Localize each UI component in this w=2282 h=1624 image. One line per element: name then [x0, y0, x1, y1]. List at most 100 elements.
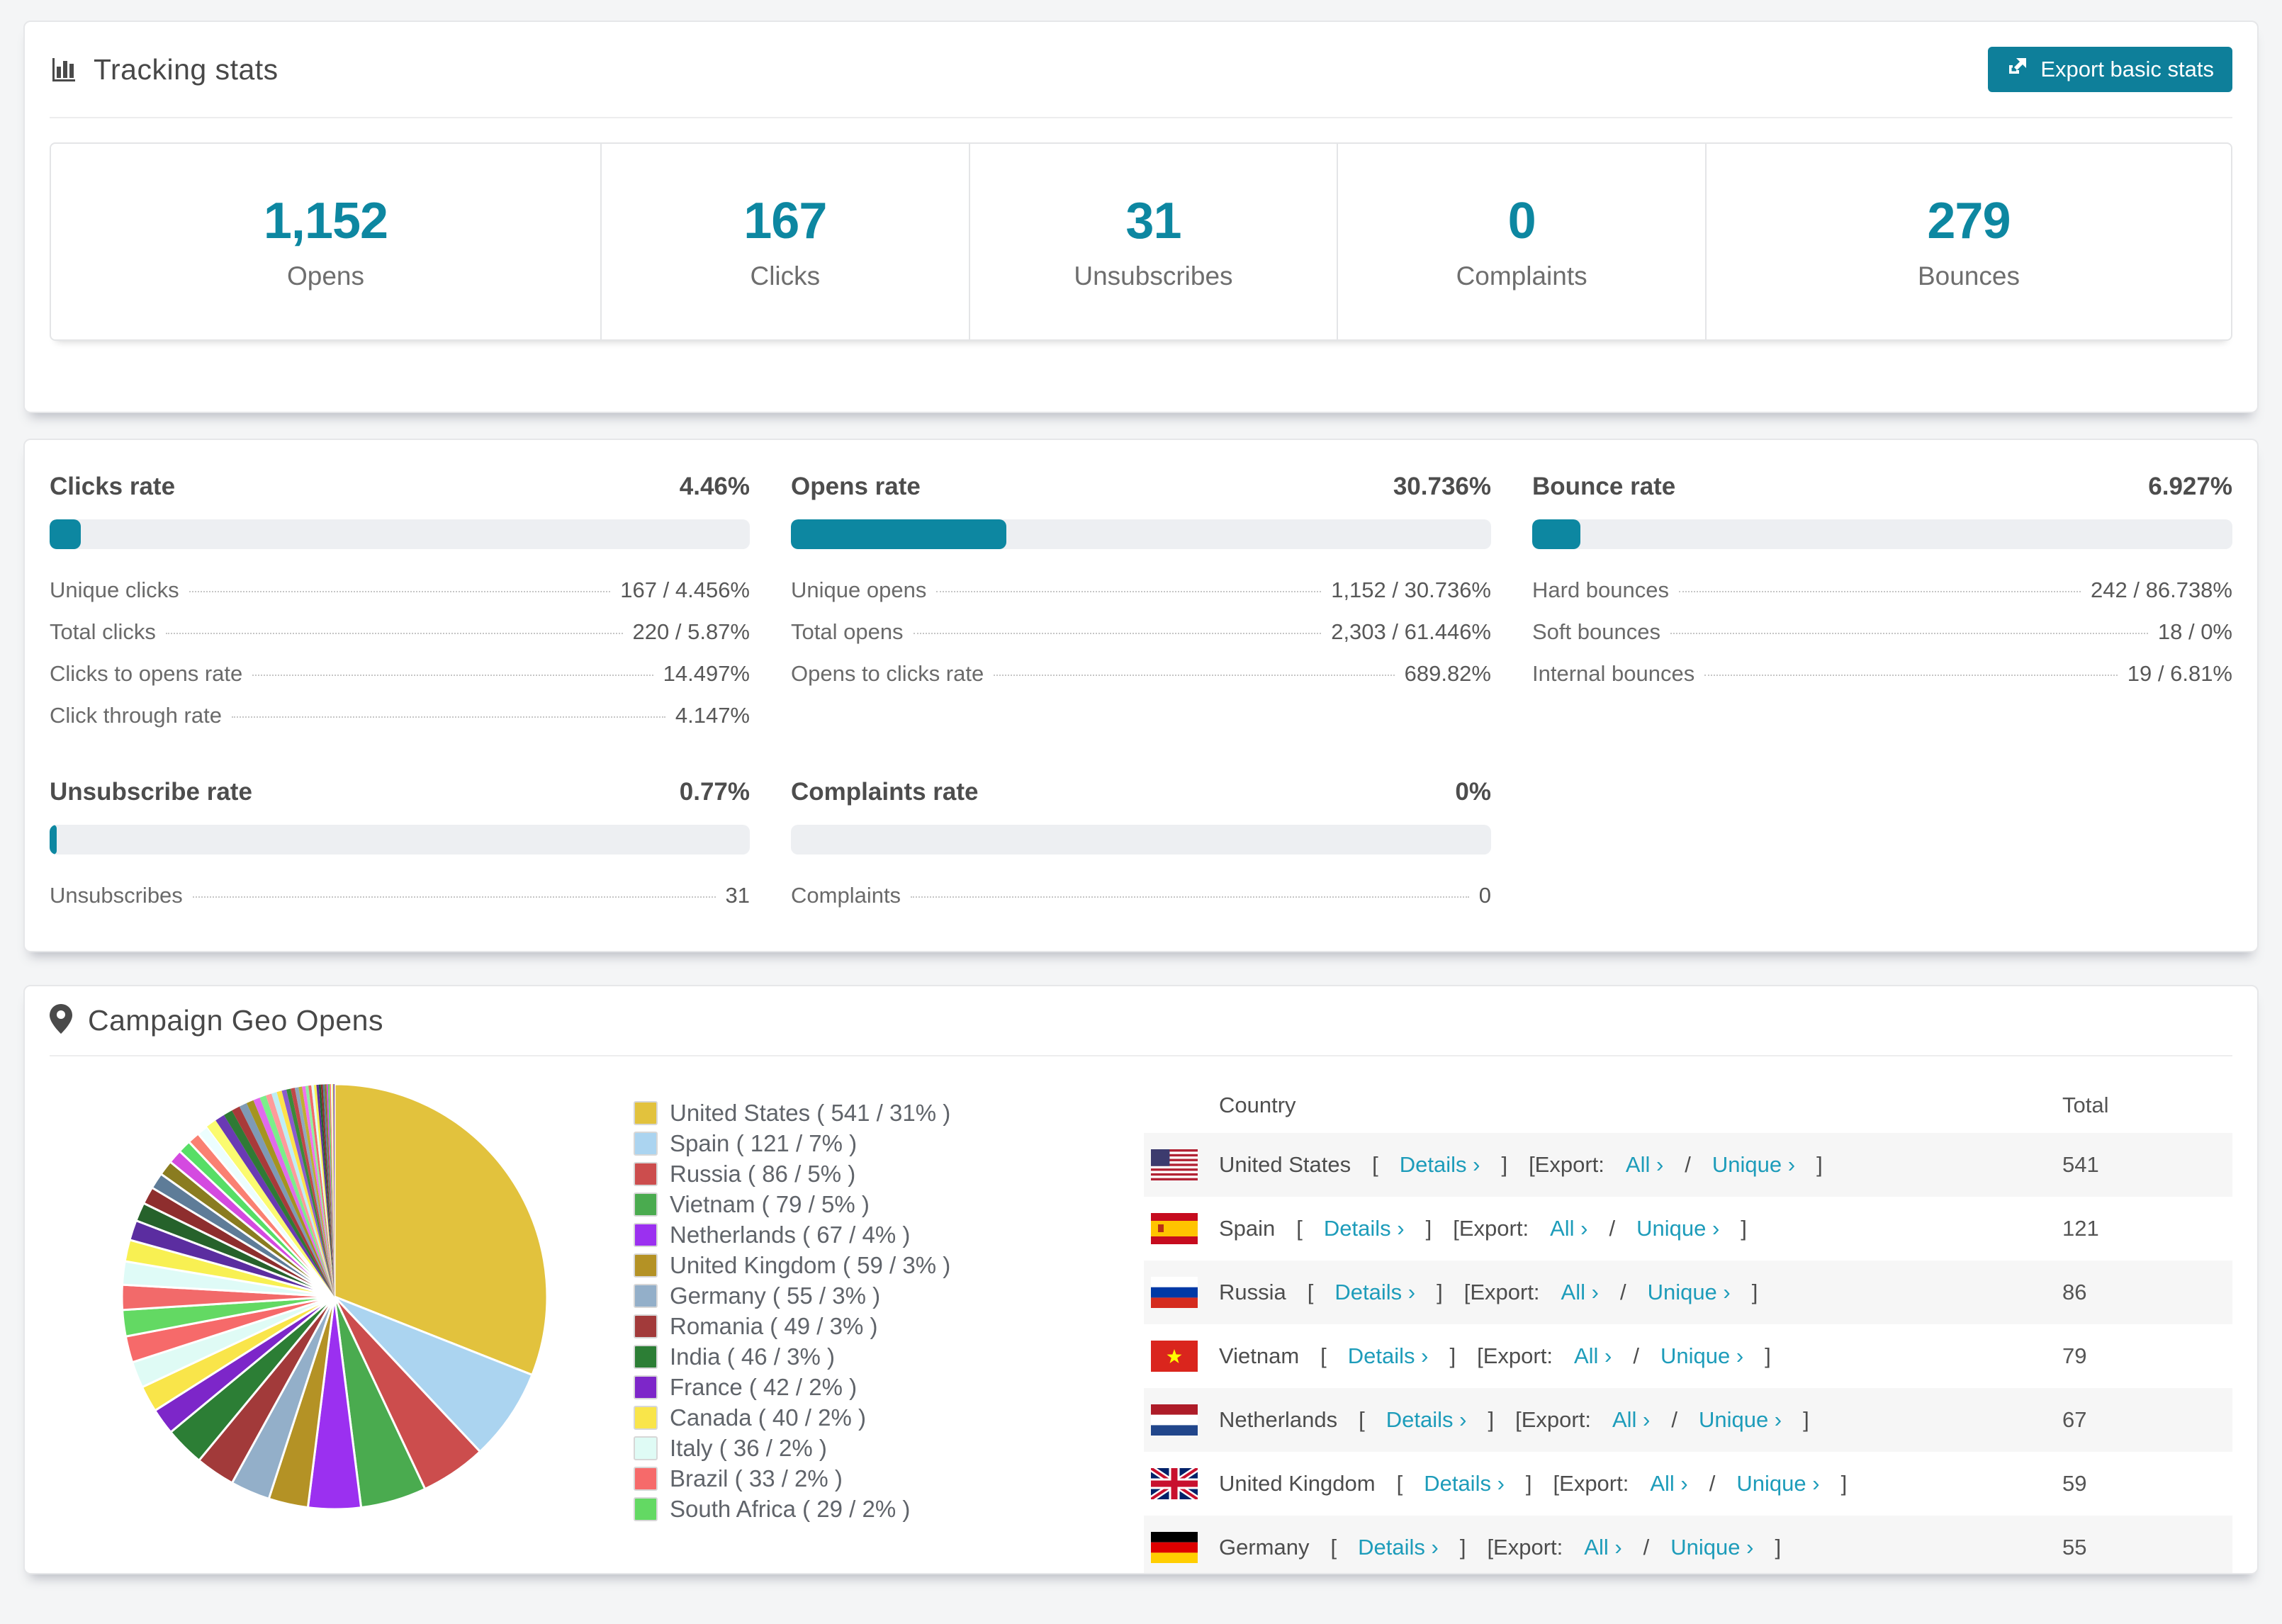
legend-label: France ( 42 / 2% ) — [670, 1373, 858, 1400]
export-prefix: [Export: — [1453, 1216, 1529, 1241]
legend-item-russia: Russia ( 86 / 5% ) — [634, 1158, 1013, 1189]
map-marker-icon — [50, 1004, 72, 1037]
stat-cell-unsubscribes: 31 Unsubscribes — [968, 144, 1337, 339]
rate-row: Hard bounces 242 / 86.738% — [1532, 577, 2232, 603]
rate-row-value: 220 / 5.87% — [632, 619, 750, 644]
export-all-link[interactable]: All › — [1550, 1216, 1587, 1241]
legend-swatch — [634, 1100, 658, 1125]
legend-item-brazil: Brazil ( 33 / 2% ) — [634, 1463, 1013, 1494]
legend-label: United States ( 541 / 31% ) — [670, 1099, 951, 1126]
legend-swatch — [634, 1222, 658, 1247]
legend-label: South Africa ( 29 / 2% ) — [670, 1495, 911, 1522]
flag-icon-de — [1151, 1532, 1198, 1563]
rate-row: Total clicks 220 / 5.87% — [50, 619, 750, 645]
export-unique-link[interactable]: Unique › — [1736, 1471, 1819, 1496]
details-link[interactable]: Details › — [1386, 1407, 1467, 1433]
details-link[interactable]: Details › — [1348, 1343, 1429, 1369]
details-link[interactable]: Details › — [1324, 1216, 1405, 1241]
bracket: ] — [1501, 1152, 1508, 1177]
rate-row-value: 0 — [1478, 883, 1491, 908]
bracket: ] — [1751, 1280, 1758, 1304]
legend-item-spain: Spain ( 121 / 7% ) — [634, 1128, 1013, 1158]
country-total: 86 — [2062, 1280, 2087, 1304]
export-icon — [2006, 55, 2029, 84]
bracket: [ — [1330, 1535, 1337, 1560]
legend-item-united-kingdom: United Kingdom ( 59 / 3% ) — [634, 1250, 1013, 1280]
rate-row-label: Hard bounces — [1532, 577, 1670, 602]
export-unique-link[interactable]: Unique › — [1648, 1280, 1731, 1305]
geo-opens-title: Campaign Geo Opens — [88, 1004, 383, 1037]
legend-item-italy: Italy ( 36 / 2% ) — [634, 1433, 1013, 1463]
export-all-link[interactable]: All › — [1612, 1407, 1650, 1433]
slash: / — [1633, 1343, 1639, 1368]
rate-progress-fill — [791, 519, 1006, 549]
rate-rows: Unique opens 1,152 / 30.736% Total opens 2,… — [791, 577, 1491, 687]
country-name: Germany — [1219, 1535, 1310, 1560]
legend-label: Brazil ( 33 / 2% ) — [670, 1465, 843, 1492]
details-link[interactable]: Details › — [1358, 1535, 1439, 1560]
details-link[interactable]: Details › — [1424, 1471, 1505, 1496]
export-unique-link[interactable]: Unique › — [1660, 1343, 1743, 1369]
dotted-leader — [1679, 591, 2081, 592]
rate-head: Unsubscribe rate 0.77% — [50, 778, 750, 806]
export-all-link[interactable]: All › — [1650, 1471, 1687, 1496]
export-unique-link[interactable]: Unique › — [1712, 1152, 1795, 1178]
rate-progress-fill — [1532, 519, 1581, 549]
stat-label: Opens — [286, 261, 364, 291]
rate-row-value: 18 / 0% — [2157, 619, 2232, 644]
rate-progress-fill — [50, 825, 57, 855]
rate-title: Clicks rate — [50, 473, 176, 500]
legend-swatch — [634, 1131, 658, 1156]
export-all-link[interactable]: All › — [1584, 1535, 1621, 1560]
rate-row-label: Unsubscribes — [50, 883, 183, 908]
legend-swatch — [634, 1344, 658, 1369]
rate-row-value: 689.82% — [1404, 661, 1491, 686]
rate-block-opens-rate: Opens rate 30.736% Unique opens 1,152 / 30.… — [791, 473, 1491, 728]
legend-item-canada: Canada ( 40 / 2% ) — [634, 1402, 1013, 1433]
country-total: 79 — [2062, 1343, 2087, 1368]
rate-row-label: Clicks to opens rate — [50, 661, 243, 686]
rate-head: Clicks rate 4.46% — [50, 473, 750, 501]
dotted-leader — [252, 675, 653, 676]
country-name: Spain — [1219, 1216, 1276, 1241]
export-unique-link[interactable]: Unique › — [1636, 1216, 1719, 1241]
country-column-header: Country — [1219, 1093, 1296, 1117]
details-link[interactable]: Details › — [1400, 1152, 1480, 1178]
bracket: [ — [1372, 1152, 1378, 1177]
rate-row-value: 4.147% — [675, 703, 750, 728]
country-name: Vietnam — [1219, 1343, 1300, 1368]
export-all-link[interactable]: All › — [1626, 1152, 1663, 1178]
flag-icon-nl — [1151, 1404, 1198, 1436]
export-unique-link[interactable]: Unique › — [1699, 1407, 1782, 1433]
legend-swatch — [634, 1466, 658, 1491]
legend-label: Romania ( 49 / 3% ) — [670, 1312, 878, 1339]
flag-icon-us — [1151, 1149, 1198, 1180]
export-basic-stats-button[interactable]: Export basic stats — [1988, 47, 2232, 92]
geo-table-row-es: Spain [Details ›] [Export: All › / Unique ›] 1… — [1144, 1197, 2232, 1261]
rate-row-label: Total clicks — [50, 619, 156, 644]
rate-value: 6.927% — [2148, 473, 2232, 500]
export-all-link[interactable]: All › — [1561, 1280, 1599, 1305]
slash: / — [1619, 1280, 1626, 1304]
legend-swatch — [634, 1436, 658, 1460]
rate-row-label: Click through rate — [50, 703, 222, 728]
rate-value: 0% — [1455, 778, 1491, 806]
export-all-link[interactable]: All › — [1574, 1343, 1612, 1369]
country-total: 55 — [2062, 1535, 2087, 1560]
export-prefix: [Export: — [1477, 1343, 1553, 1368]
legend-item-romania: Romania ( 49 / 3% ) — [634, 1311, 1013, 1341]
stats-summary-row: 1,152 Opens 167 Clicks 31 Unsubscribes 0 Compla… — [50, 142, 2232, 341]
rate-row-value: 1,152 / 30.736% — [1331, 577, 1491, 602]
legend-label: Russia ( 86 / 5% ) — [670, 1160, 856, 1187]
export-prefix: [Export: — [1553, 1471, 1629, 1496]
legend-item-united-states: United States ( 541 / 31% ) — [634, 1098, 1013, 1128]
stat-value: 279 — [1927, 193, 2011, 249]
slash: / — [1643, 1535, 1650, 1560]
details-link[interactable]: Details › — [1334, 1280, 1415, 1305]
tracking-stats-card: Tracking stats Export basic stats 1,152 O… — [23, 21, 2259, 413]
dotted-leader — [189, 591, 611, 592]
legend-label: Italy ( 36 / 2% ) — [670, 1434, 827, 1461]
rate-progress-track — [50, 519, 750, 549]
export-unique-link[interactable]: Unique › — [1670, 1535, 1753, 1560]
rate-row: Opens to clicks rate 689.82% — [791, 661, 1491, 687]
